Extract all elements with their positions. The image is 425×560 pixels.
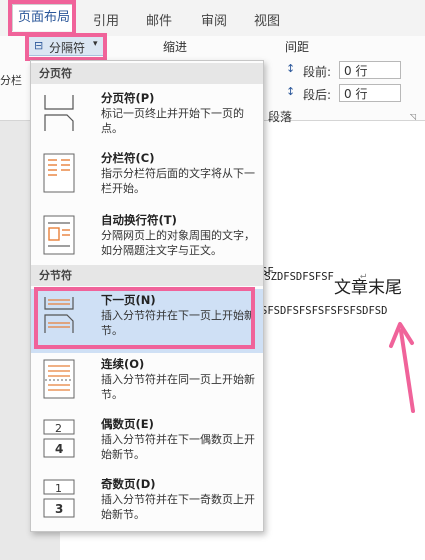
indent-label: 缩进 (163, 40, 188, 54)
text-wrapping-title: 自动换行符(T) (101, 213, 177, 227)
menu-item-column-break[interactable]: 分栏符(C) 指示分栏符后面的文字将从下一栏开始。 (31, 147, 263, 211)
dialog-launcher-icon[interactable]: ◹ (410, 112, 416, 121)
continuous-icon (43, 359, 75, 399)
page-breaks-header: 分页符 (31, 63, 263, 84)
svg-text:1: 1 (55, 482, 62, 495)
even-page-title: 偶数页(E) (101, 417, 154, 431)
spacing-label: 间距 (285, 40, 310, 54)
spacing-after-label: 段后: (303, 88, 332, 102)
svg-text:4: 4 (55, 442, 63, 456)
text-wrapping-icon (43, 215, 75, 255)
continuous-title: 连续(O) (101, 357, 145, 371)
odd-page-icon: 1 3 (43, 479, 75, 518)
odd-page-title: 奇数页(D) (101, 477, 156, 491)
tab-highlight-box (8, 0, 76, 36)
tab-references[interactable]: 引用 (93, 10, 119, 29)
spacing-before-label: 段前: (303, 65, 332, 79)
tab-review[interactable]: 审阅 (201, 10, 227, 29)
end-of-article-annotation: 文章末尾 (334, 278, 402, 298)
doc-line-3: SFSDFSFSFSFSFSFSDFSD (261, 305, 388, 317)
even-page-desc: 插入分节符并在下一偶数页上开始新节。 (101, 433, 255, 461)
tab-view[interactable]: 视图 (254, 10, 280, 29)
page-break-icon (44, 95, 74, 131)
next-page-highlight-box (34, 287, 255, 349)
even-page-icon: 2 4 (43, 419, 75, 458)
menu-item-odd-page[interactable]: 1 3 奇数页(D) 插入分节符并在下一奇数页上开始新节。 (31, 473, 263, 537)
breaks-highlight-box (25, 33, 107, 61)
text-wrapping-desc: 分隔网页上的对象周围的文字，如分隔题注文字与正文。 (101, 229, 255, 257)
svg-text:3: 3 (55, 502, 63, 516)
columns-button[interactable]: 分栏 (0, 72, 22, 88)
annotation-arrow-icon (389, 322, 415, 413)
menu-item-page-break[interactable]: 分页符(P) 标记一页终止并开始下一页的点。 (31, 87, 263, 151)
svg-text:2: 2 (55, 422, 62, 435)
tab-mailings[interactable]: 邮件 (146, 10, 172, 29)
column-break-title: 分栏符(C) (101, 151, 155, 165)
spacing-before-input[interactable]: 0 行 (339, 61, 401, 79)
menu-item-continuous[interactable]: 连续(O) 插入分节符并在同一页上开始新节。 (31, 353, 263, 417)
page-break-desc: 标记一页终止并开始下一页的点。 (101, 107, 244, 135)
menu-item-even-page[interactable]: 2 4 偶数页(E) 插入分节符并在下一偶数页上开始新节。 (31, 413, 263, 477)
section-breaks-header: 分节符 (31, 265, 263, 286)
odd-page-desc: 插入分节符并在下一奇数页上开始新节。 (101, 493, 255, 521)
spacing-after-icon: ↕ (286, 85, 296, 98)
continuous-desc: 插入分节符并在同一页上开始新节。 (101, 373, 255, 401)
menu-item-text-wrapping-break[interactable]: 自动换行符(T) 分隔网页上的对象周围的文字，如分隔题注文字与正文。 (31, 209, 263, 273)
paragraph-group-label: 段落 (268, 110, 293, 124)
spacing-after-input[interactable]: 0 行 (339, 84, 401, 102)
column-break-desc: 指示分栏符后面的文字将从下一栏开始。 (101, 167, 255, 195)
page-break-title: 分页符(P) (101, 91, 155, 105)
column-break-icon (43, 153, 75, 193)
spacing-before-icon: ↕ (286, 62, 296, 75)
